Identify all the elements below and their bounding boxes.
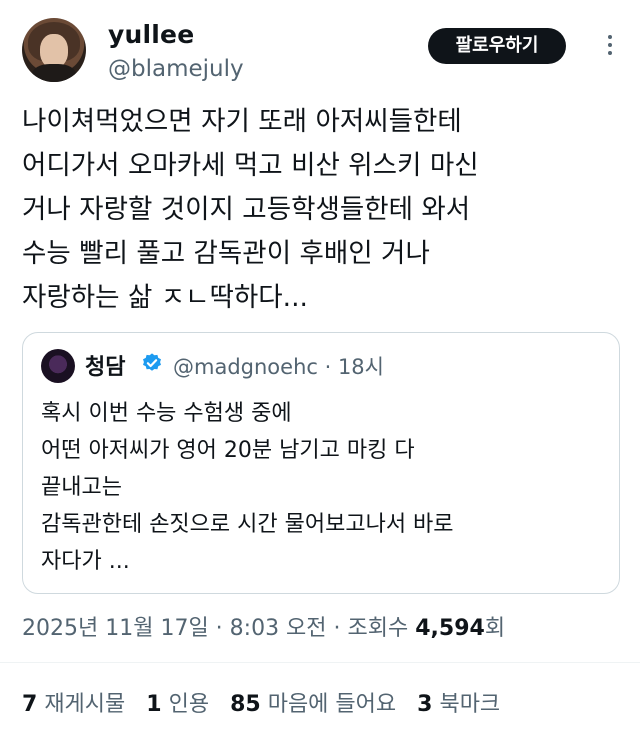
verified-badge-icon bbox=[143, 353, 161, 371]
divider bbox=[0, 662, 640, 663]
quotes-count: 1 bbox=[146, 692, 162, 717]
views-suffix: 회 bbox=[484, 616, 506, 641]
retweets-count: 7 bbox=[22, 692, 38, 717]
quoted-text: 혹시 이번 수능 수험생 중에 어떤 아저씨가 영어 20분 남기고 마킹 다 … bbox=[41, 401, 454, 574]
bookmarks-stat[interactable]: 3 북마크 bbox=[417, 692, 500, 717]
follow-button[interactable]: 팔로우하기 bbox=[428, 28, 566, 64]
retweets-stat[interactable]: 7 재게시물 bbox=[22, 692, 125, 717]
quotes-label: 인용 bbox=[168, 692, 210, 717]
quoted-handle-time: @madgnoehc · 18시 bbox=[173, 355, 384, 379]
author-handle[interactable]: @blamejuly bbox=[108, 56, 244, 82]
likes-label: 마음에 들어요 bbox=[267, 692, 397, 717]
more-options-icon[interactable] bbox=[602, 32, 618, 62]
tweet-header: yullee @blamejuly 팔로우하기 bbox=[22, 18, 622, 90]
tweet-timestamp: 2025년 11월 17일 · 8:03 오전 · 조회수 4,594회 bbox=[22, 610, 505, 642]
likes-count: 85 bbox=[230, 692, 261, 717]
bookmarks-count: 3 bbox=[417, 692, 433, 717]
tweet-text: 나이쳐먹었으면 자기 또래 아저씨들한테 어디가서 오마카세 먹고 비산 위스키… bbox=[22, 106, 479, 313]
engagement-stats: 7 재게시물 1 인용 85 마음에 들어요 3 북마크 bbox=[22, 686, 500, 718]
likes-stat[interactable]: 85 마음에 들어요 bbox=[230, 692, 396, 717]
timestamp-datetime[interactable]: 2025년 11월 17일 · 8:03 오전 · 조회수 bbox=[22, 616, 415, 641]
quoted-author-avatar bbox=[41, 349, 75, 383]
retweets-label: 재게시물 bbox=[44, 692, 126, 717]
views-count: 4,594 bbox=[415, 616, 485, 641]
quotes-stat[interactable]: 1 인용 bbox=[146, 692, 209, 717]
quoted-author-name: 청담 bbox=[85, 355, 126, 380]
bookmarks-label: 북마크 bbox=[439, 692, 501, 717]
quoted-tweet[interactable]: 청담 @madgnoehc · 18시 혹시 이번 수능 수험생 중에 어떤 아… bbox=[22, 332, 620, 594]
author-name[interactable]: yullee bbox=[108, 20, 194, 49]
author-avatar[interactable] bbox=[22, 18, 86, 82]
